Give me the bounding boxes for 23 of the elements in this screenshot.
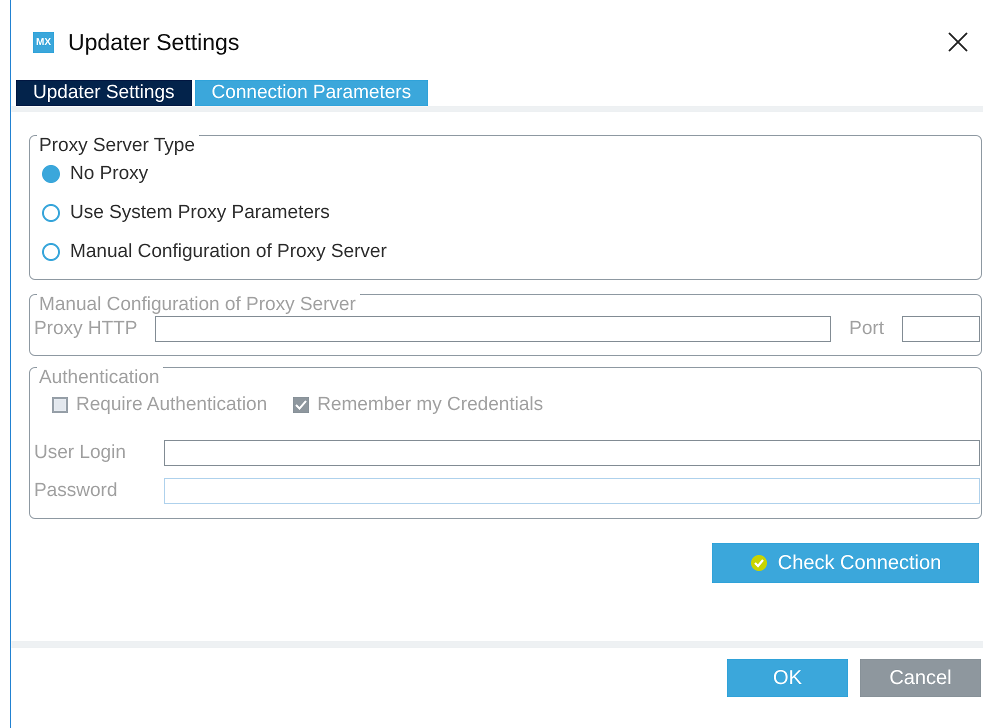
- group-title: Manual Configuration of Proxy Server: [37, 294, 360, 316]
- radio-button[interactable]: [42, 164, 60, 182]
- radio-label: No Proxy: [70, 162, 148, 184]
- tab[interactable]: Updater Settings: [16, 80, 192, 106]
- ok-button[interactable]: OK: [727, 659, 848, 697]
- checkbox-label: Require Authentication: [76, 394, 268, 416]
- field-label: Port: [849, 318, 884, 340]
- check-connection-button[interactable]: Check Connection: [712, 543, 979, 583]
- radio-button[interactable]: [42, 204, 60, 222]
- radio-label: Manual Configuration of Proxy Server: [70, 240, 387, 262]
- group-title: Proxy Server Type: [37, 135, 199, 157]
- field-label: Proxy HTTP: [34, 318, 138, 340]
- field-label: User Login: [34, 442, 127, 464]
- check-circle-icon: [750, 554, 768, 572]
- field-label: Password: [34, 480, 118, 502]
- close-icon[interactable]: [947, 31, 969, 53]
- radio-button[interactable]: [42, 242, 60, 260]
- tab[interactable]: Connection Parameters: [194, 80, 428, 106]
- window-title: Updater Settings: [68, 28, 240, 56]
- app-logo: MX: [33, 32, 54, 52]
- radio-label: Use System Proxy Parameters: [70, 202, 330, 224]
- checkbox-label: Remember my Credentials: [317, 394, 544, 416]
- cancel-button[interactable]: Cancel: [860, 659, 981, 697]
